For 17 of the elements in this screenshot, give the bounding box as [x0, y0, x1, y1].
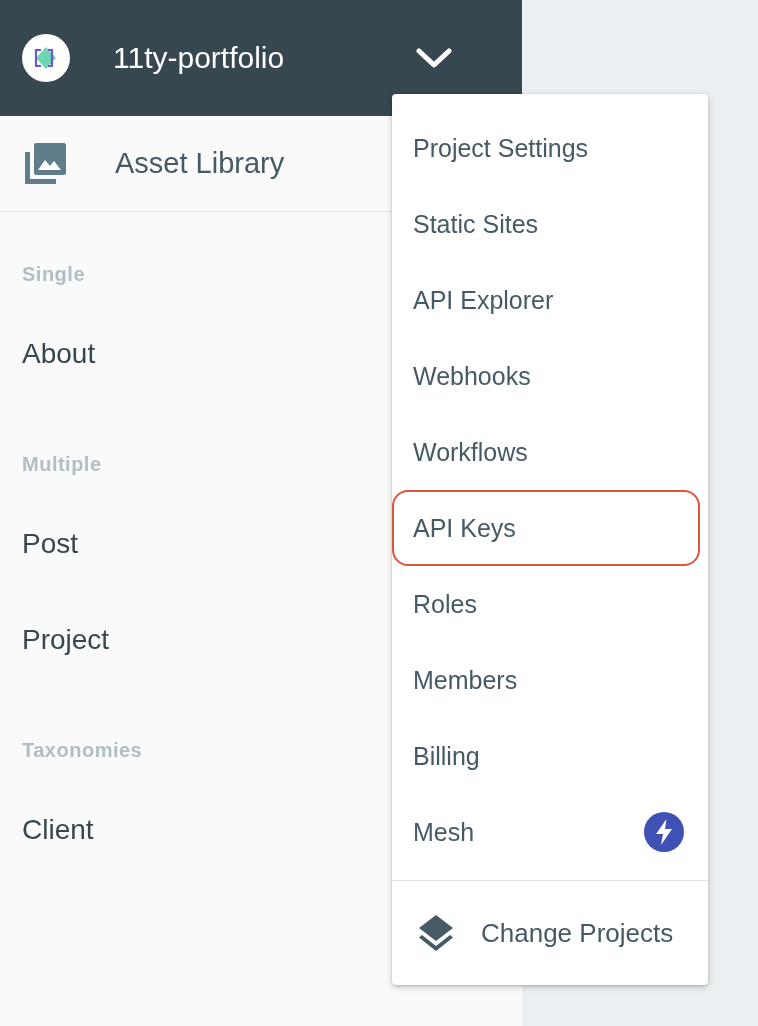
- menu-item[interactable]: API Explorer: [392, 262, 700, 338]
- menu-item[interactable]: Roles: [392, 566, 700, 642]
- layers-icon: [417, 914, 455, 952]
- section-heading: Taxonomies: [22, 739, 143, 761]
- change-projects-item[interactable]: Change Projects: [392, 881, 708, 985]
- logo-icon: [22, 34, 70, 82]
- section-heading: Multiple: [22, 453, 102, 475]
- highlighted-menu-item[interactable]: API Keys: [392, 490, 700, 566]
- lightning-bolt-icon: [644, 812, 684, 852]
- menu-item[interactable]: Workflows: [392, 414, 700, 490]
- menu-item[interactable]: Webhooks: [392, 338, 700, 414]
- section-heading: Single: [22, 263, 85, 285]
- project-name: 11ty-portfolio: [113, 41, 285, 75]
- menu-item[interactable]: Mesh: [392, 794, 700, 870]
- menu-item[interactable]: Billing: [392, 718, 700, 794]
- menu-item[interactable]: Members: [392, 642, 700, 718]
- photo-library-icon: [25, 143, 66, 184]
